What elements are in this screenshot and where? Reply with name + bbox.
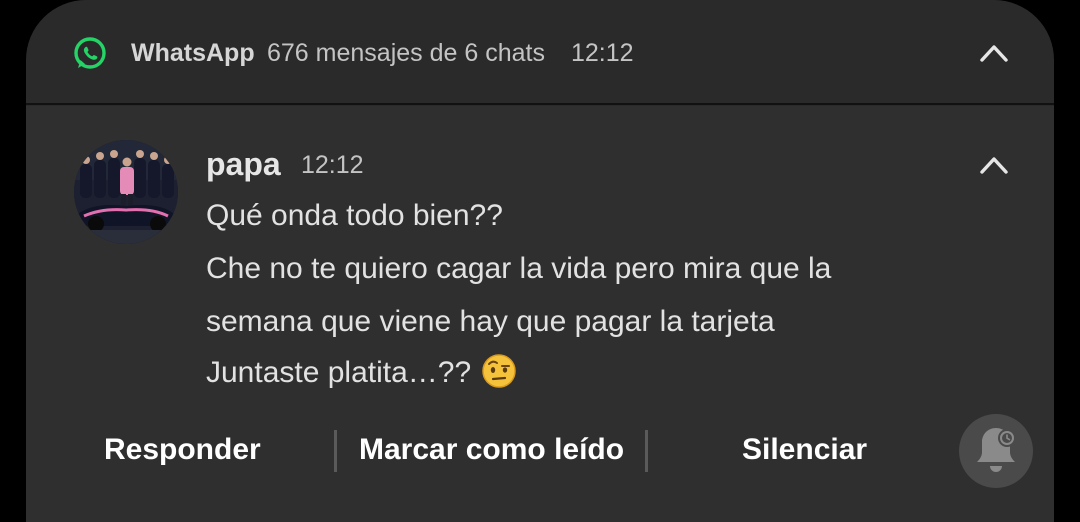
divider — [26, 103, 1054, 105]
sender-name: papa — [206, 146, 281, 182]
message-line: Che no te quiero cagar la vida pero mira… — [206, 252, 832, 285]
bell-snooze-icon — [977, 428, 1016, 472]
mute-button[interactable]: Silenciar — [742, 428, 867, 472]
snooze-button[interactable] — [959, 414, 1033, 488]
action-separator — [334, 430, 337, 472]
group-time: 12:12 — [571, 39, 634, 67]
chevron-up-icon[interactable] — [976, 148, 1012, 182]
message-line: Qué onda todo bien?? — [206, 199, 503, 232]
message-line-text: Juntaste platita…?? — [206, 356, 472, 389]
group-summary: 676 mensajes de 6 chats — [267, 39, 545, 67]
action-separator — [645, 430, 648, 472]
whatsapp-icon — [74, 37, 106, 69]
raised-eyebrow-emoji — [482, 354, 516, 388]
message-time: 12:12 — [301, 151, 364, 179]
message-notification[interactable]: papa 12:12 Qué onda todo bien?? Che no t… — [26, 106, 1054, 522]
notification-group: WhatsApp 676 mensajes de 6 chats 12:12 p… — [26, 0, 1054, 522]
mark-read-button[interactable]: Marcar como leído — [359, 428, 624, 472]
app-name: WhatsApp — [131, 39, 255, 67]
chevron-up-icon[interactable] — [976, 36, 1012, 70]
reply-button[interactable]: Responder — [104, 428, 261, 472]
avatar-photo — [74, 140, 178, 244]
group-header[interactable]: WhatsApp 676 mensajes de 6 chats 12:12 — [26, 0, 1054, 104]
contact-avatar — [74, 140, 178, 244]
message-line-last: Juntaste platita…?? — [206, 353, 517, 393]
message-line: semana que viene hay que pagar la tarjet… — [206, 305, 775, 338]
